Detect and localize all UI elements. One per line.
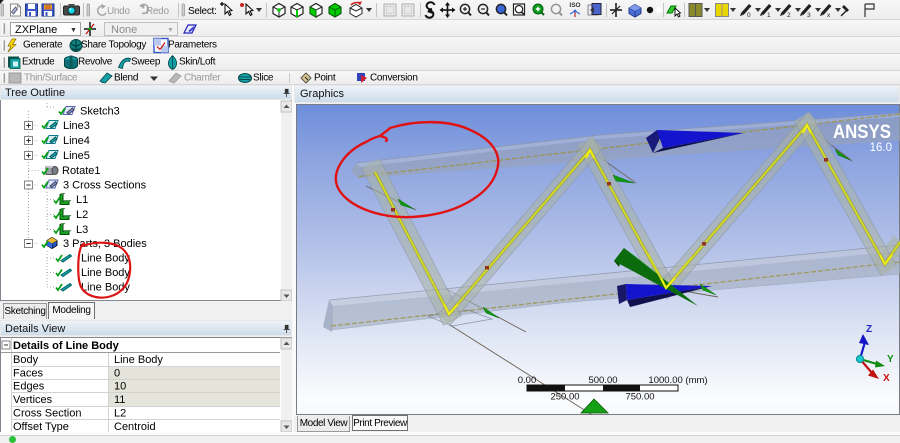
svg-text:11: 11 — [114, 394, 125, 406]
svg-text:x: x — [827, 12, 831, 19]
svg-text:X: X — [883, 373, 890, 384]
svg-text:Line Body: Line Body — [81, 253, 130, 265]
svg-text:Rotate1: Rotate1 — [62, 165, 101, 177]
svg-text:2: 2 — [787, 12, 791, 19]
svg-text:L2: L2 — [76, 209, 88, 221]
svg-text:ANSYS: ANSYS — [833, 122, 891, 143]
svg-text:Select:: Select: — [188, 6, 216, 17]
svg-text:16.0: 16.0 — [870, 142, 892, 154]
svg-text:Line Body: Line Body — [114, 354, 163, 366]
svg-text:Redo: Redo — [146, 6, 169, 17]
svg-text:Vertices: Vertices — [13, 394, 53, 406]
svg-text:Line3: Line3 — [63, 120, 90, 132]
svg-text:Faces: Faces — [13, 368, 43, 380]
svg-text:Line4: Line4 — [63, 135, 90, 147]
svg-text:ISO: ISO — [569, 2, 580, 9]
svg-text:0: 0 — [747, 12, 751, 19]
svg-text:Line5: Line5 — [63, 150, 90, 162]
svg-text:1000.00 (mm): 1000.00 (mm) — [648, 375, 707, 386]
svg-text:0: 0 — [114, 368, 120, 380]
svg-text:1: 1 — [767, 12, 771, 19]
svg-text:L3: L3 — [76, 224, 88, 236]
svg-text:Z: Z — [866, 324, 872, 335]
svg-text:Y: Y — [887, 354, 894, 365]
svg-text:3: 3 — [807, 12, 811, 19]
svg-text:250.00: 250.00 — [550, 392, 579, 403]
svg-text:Cross Section: Cross Section — [13, 408, 81, 420]
svg-text:Undo: Undo — [107, 6, 130, 17]
svg-text:L1: L1 — [76, 194, 88, 206]
svg-text:Line Body: Line Body — [81, 267, 130, 279]
svg-text:0.00: 0.00 — [518, 375, 537, 386]
svg-text:L2: L2 — [114, 408, 126, 420]
svg-text:500.00: 500.00 — [588, 375, 617, 386]
svg-text:Details of Line Body: Details of Line Body — [13, 340, 120, 352]
svg-text:3 Parts, 3 Bodies: 3 Parts, 3 Bodies — [63, 238, 147, 250]
svg-text:3 Cross Sections: 3 Cross Sections — [63, 180, 147, 192]
svg-text:Body: Body — [13, 354, 39, 366]
svg-text:Edges: Edges — [13, 381, 45, 393]
svg-text:750.00: 750.00 — [625, 392, 654, 403]
svg-text:10: 10 — [114, 381, 126, 393]
svg-text:Sketch3: Sketch3 — [80, 106, 120, 118]
